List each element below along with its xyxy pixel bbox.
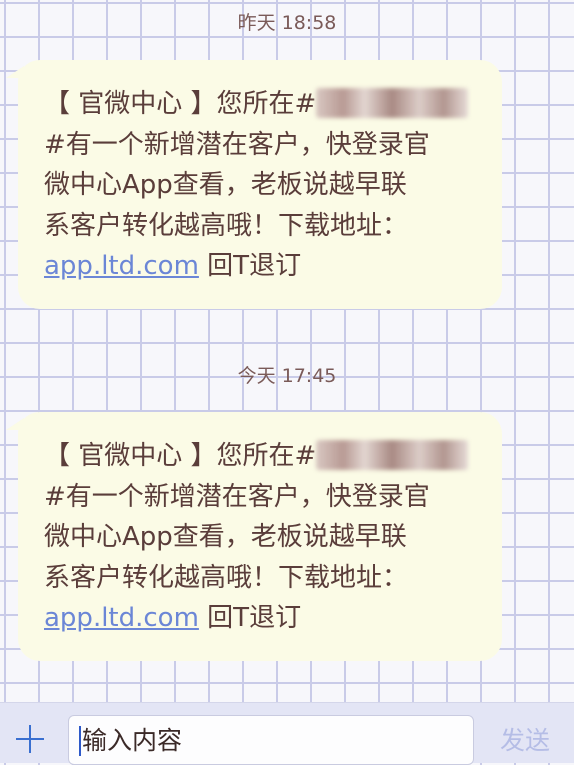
composer-bar: 输入内容 发送 — [0, 702, 574, 765]
message-input[interactable]: 输入内容 — [68, 715, 474, 765]
redacted-region — [316, 88, 469, 118]
download-link[interactable]: app.ltd.com — [44, 603, 199, 633]
message-text: 微中心App查看，老板说越早联 — [44, 170, 407, 200]
message-bubble[interactable]: 【 官微中心 】您所在# #有一个新增潜在客户，快登录官 微中心App查看，老板… — [6, 60, 502, 309]
message-text: 微中心App查看，老板说越早联 — [44, 522, 407, 552]
message-text: 【 官微中心 】您所在# — [44, 441, 317, 471]
message-text: #有一个新增潜在客户，快登录官 — [44, 481, 430, 512]
message-timestamp: 昨天 18:58 — [237, 12, 337, 34]
message-text: 系客户转化越高哦！下载地址： — [44, 562, 409, 593]
message-text: #有一个新增潜在客户，快登录官 — [44, 129, 430, 160]
message-timestamp: 今天 17:45 — [237, 365, 337, 387]
unsubscribe-text: 回T退订 — [198, 603, 302, 633]
message-text: 【 官微中心 】您所在# — [44, 89, 317, 119]
plus-icon[interactable] — [14, 723, 46, 755]
redacted-region — [316, 440, 469, 470]
text-caret — [79, 726, 81, 756]
message-bubble[interactable]: 【 官微中心 】您所在# #有一个新增潜在客户，快登录官 微中心App查看，老板… — [6, 412, 502, 661]
download-link[interactable]: app.ltd.com — [44, 251, 199, 281]
message-text: 系客户转化越高哦！下载地址： — [44, 210, 409, 241]
unsubscribe-text: 回T退订 — [198, 251, 302, 281]
send-button[interactable]: 发送 — [500, 721, 550, 757]
input-text: 输入内容 — [82, 726, 183, 755]
